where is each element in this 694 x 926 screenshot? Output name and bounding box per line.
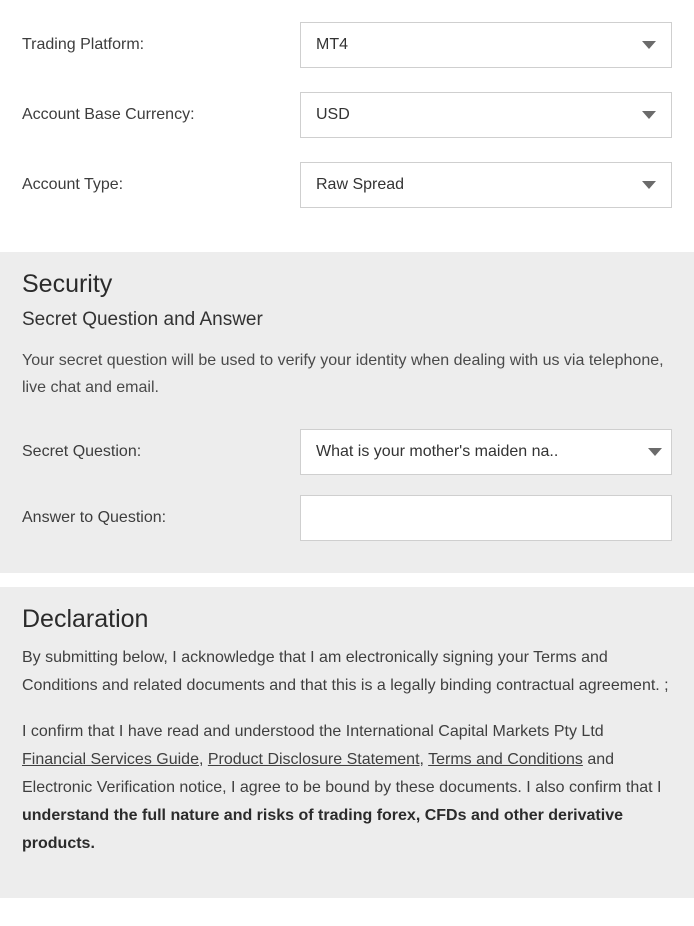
select-account-type-value[interactable]: Raw Spread bbox=[300, 162, 672, 208]
declaration-text: , bbox=[199, 751, 208, 768]
select-account-type[interactable]: Raw Spread bbox=[300, 162, 672, 208]
declaration-bold: understand the full nature and risks of … bbox=[22, 807, 623, 852]
row-base-currency: Account Base Currency: USD bbox=[22, 80, 672, 150]
link-financial-services-guide[interactable]: Financial Services Guide bbox=[22, 751, 199, 768]
select-base-currency[interactable]: USD bbox=[300, 92, 672, 138]
security-heading: Security bbox=[22, 270, 672, 299]
declaration-heading: Declaration bbox=[22, 605, 672, 634]
select-trading-platform[interactable]: MT4 bbox=[300, 22, 672, 68]
select-base-currency-value[interactable]: USD bbox=[300, 92, 672, 138]
row-account-type: Account Type: Raw Spread bbox=[22, 150, 672, 220]
row-trading-platform: Trading Platform: MT4 bbox=[22, 10, 672, 80]
security-description: Your secret question will be used to ver… bbox=[22, 347, 672, 401]
label-account-type: Account Type: bbox=[22, 176, 300, 194]
declaration-panel: Declaration By submitting below, I ackno… bbox=[0, 587, 694, 898]
select-trading-platform-value[interactable]: MT4 bbox=[300, 22, 672, 68]
select-secret-question[interactable]: What is your mother's maiden na.. bbox=[300, 429, 672, 475]
select-secret-question-value[interactable]: What is your mother's maiden na.. bbox=[300, 429, 672, 475]
label-base-currency: Account Base Currency: bbox=[22, 106, 300, 124]
label-answer: Answer to Question: bbox=[22, 509, 300, 527]
answer-input[interactable] bbox=[300, 495, 672, 541]
security-subheading: Secret Question and Answer bbox=[22, 309, 672, 331]
declaration-paragraph-1: By submitting below, I acknowledge that … bbox=[22, 644, 672, 700]
link-terms-and-conditions[interactable]: Terms and Conditions bbox=[428, 751, 583, 768]
link-product-disclosure-statement[interactable]: Product Disclosure Statement bbox=[208, 751, 420, 768]
answer-input-wrap bbox=[300, 495, 672, 541]
row-answer: Answer to Question: bbox=[22, 485, 672, 551]
declaration-text: , bbox=[420, 751, 429, 768]
label-secret-question: Secret Question: bbox=[22, 443, 300, 461]
security-panel: Security Secret Question and Answer Your… bbox=[0, 252, 694, 573]
row-secret-question: Secret Question: What is your mother's m… bbox=[22, 419, 672, 485]
account-settings-section: Trading Platform: MT4 Account Base Curre… bbox=[0, 0, 694, 238]
label-trading-platform: Trading Platform: bbox=[22, 36, 300, 54]
declaration-paragraph-2: I confirm that I have read and understoo… bbox=[22, 718, 672, 858]
declaration-text: I confirm that I have read and understoo… bbox=[22, 723, 604, 740]
